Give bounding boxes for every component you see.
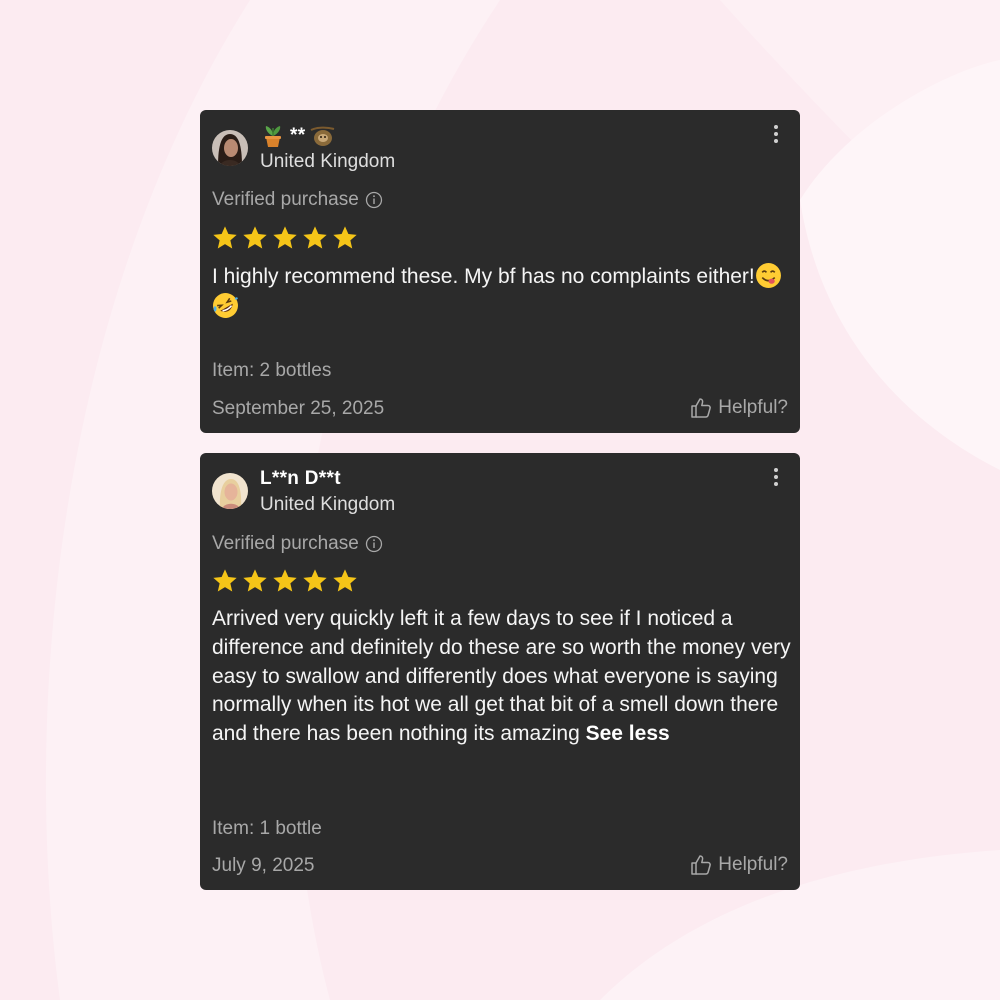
item-variant: Item: 1 bottle (212, 818, 322, 839)
more-options-icon[interactable] (766, 465, 786, 491)
star-icon (271, 224, 299, 252)
helpful-label: Helpful? (718, 854, 788, 875)
star-rating (211, 567, 359, 595)
reviewer-name: ** (290, 125, 306, 146)
reviewer-country: United Kingdom (260, 494, 396, 515)
review-text: I highly recommend these. My bf has no c… (212, 262, 792, 322)
review-body: I highly recommend these. My bf has no c… (212, 265, 755, 288)
helpful-label: Helpful? (718, 397, 788, 418)
star-icon (301, 567, 329, 595)
review-body: Arrived very quickly left it a few days … (212, 607, 791, 746)
verified-purchase-label: Verified purchase (212, 533, 359, 554)
star-icon (241, 567, 269, 595)
review-date: September 25, 2025 (212, 398, 385, 419)
verified-purchase: Verified purchase (212, 533, 383, 555)
avatar[interactable] (212, 473, 248, 509)
star-rating (211, 224, 359, 252)
review-card: L**n D**t United Kingdom Verified purcha… (200, 453, 800, 890)
more-options-icon[interactable] (766, 122, 786, 148)
yum-face-emoji (755, 262, 782, 289)
star-icon (271, 567, 299, 595)
review-card: ** United Kingdom Verified purchase I hi… (200, 110, 800, 433)
star-icon (331, 567, 359, 595)
helpful-button[interactable]: Helpful? (689, 396, 788, 420)
item-variant: Item: 2 bottles (212, 360, 332, 381)
reviewer-country: United Kingdom (260, 151, 396, 172)
info-icon[interactable] (365, 535, 383, 553)
sloth-icon (309, 124, 335, 148)
verified-purchase: Verified purchase (212, 189, 383, 211)
thumbs-up-icon (689, 396, 713, 420)
rofl-face-emoji (212, 292, 239, 319)
avatar[interactable] (212, 130, 248, 166)
review-text: Arrived very quickly left it a few days … (212, 605, 792, 749)
reviewer-name: L**n D**t (260, 468, 341, 489)
star-icon (211, 224, 239, 252)
info-icon[interactable] (365, 191, 383, 209)
star-icon (301, 224, 329, 252)
star-icon (331, 224, 359, 252)
see-less-link[interactable]: See less (586, 722, 670, 745)
star-icon (241, 224, 269, 252)
helpful-button[interactable]: Helpful? (689, 853, 788, 877)
verified-purchase-label: Verified purchase (212, 189, 359, 210)
thumbs-up-icon (689, 853, 713, 877)
star-icon (211, 567, 239, 595)
review-date: July 9, 2025 (212, 855, 315, 876)
potted-plant-icon (260, 124, 286, 148)
